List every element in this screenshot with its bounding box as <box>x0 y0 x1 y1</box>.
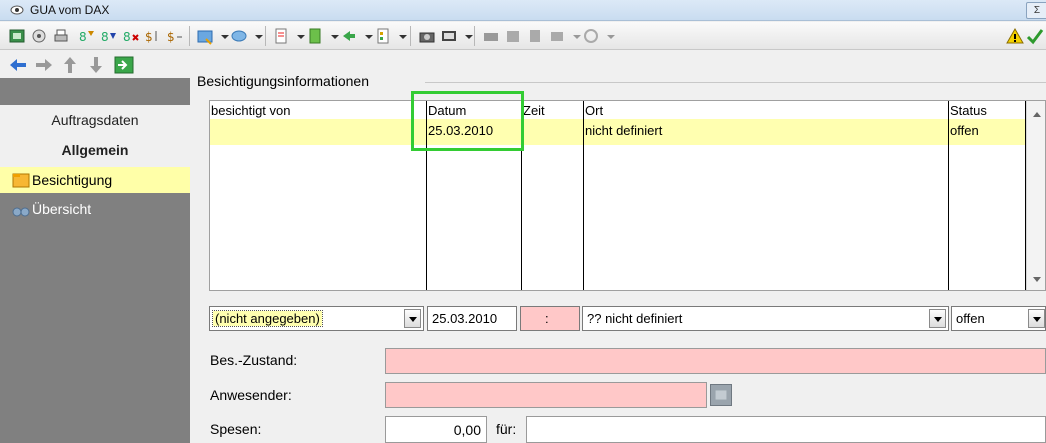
section-caption: Besichtigungsinformationen <box>197 73 369 89</box>
date-field-value: 25.03.2010 <box>432 311 498 326</box>
svg-text:8: 8 <box>123 30 131 44</box>
time-field[interactable]: : <box>520 306 580 331</box>
chevron-down-icon[interactable] <box>360 27 373 45</box>
column-header-besichtigt-von[interactable]: besichtigt von <box>211 103 291 118</box>
form-icon[interactable] <box>8 27 26 45</box>
globe-icon[interactable] <box>230 27 248 45</box>
anwesender-field[interactable] <box>385 382 707 408</box>
fuer-field[interactable] <box>526 416 1046 443</box>
anwesender-label: Anwesender: <box>210 387 292 403</box>
lookup-button[interactable] <box>710 384 732 406</box>
nav-allgemein[interactable]: Allgemein <box>0 142 190 158</box>
status-select[interactable]: offen <box>951 306 1046 331</box>
toolbar: 8 8 8 $ $ <box>0 22 1046 50</box>
nav-item-besichtigung[interactable]: Besichtigung <box>0 167 190 193</box>
calendar-icon[interactable] <box>504 27 522 45</box>
arrow-right-icon[interactable] <box>34 55 54 75</box>
sort-icon[interactable]: $ <box>144 27 162 45</box>
folder-icon <box>12 173 30 188</box>
person-select-value: (nicht angegeben) <box>212 310 323 327</box>
phone-icon[interactable] <box>548 27 566 45</box>
sort2-icon[interactable]: $ <box>166 27 184 45</box>
filter-icon[interactable]: 8 <box>78 27 96 45</box>
cell-status: offen <box>950 123 979 138</box>
nav-auftragsdaten[interactable]: Auftragsdaten <box>0 112 190 128</box>
forward-icon[interactable] <box>340 27 358 45</box>
nav-item-uebersicht[interactable]: Übersicht <box>0 198 190 224</box>
spesen-value: 0,00 <box>453 422 481 438</box>
person-select[interactable]: (nicht angegeben) <box>209 306 424 331</box>
chart-icon[interactable] <box>482 27 500 45</box>
chevron-down-icon[interactable] <box>326 27 339 45</box>
film-icon[interactable] <box>440 27 458 45</box>
date-field[interactable]: 25.03.2010 <box>427 306 517 331</box>
go-icon[interactable] <box>114 55 134 75</box>
new-doc-icon[interactable] <box>196 27 214 45</box>
arrow-left-icon[interactable] <box>8 55 28 75</box>
chevron-down-icon[interactable] <box>929 309 946 328</box>
chevron-down-icon[interactable] <box>1028 309 1045 328</box>
svg-text:$: $ <box>167 30 175 44</box>
status-select-value: offen <box>956 311 985 326</box>
zustand-field[interactable] <box>385 348 1046 374</box>
cell-ort: nicht definiert <box>585 123 663 138</box>
nav-item-label: Übersicht <box>32 201 92 217</box>
note-icon[interactable] <box>306 27 324 45</box>
chevron-down-icon[interactable] <box>394 27 407 45</box>
chevron-down-icon[interactable] <box>460 27 473 45</box>
divider <box>425 82 1046 83</box>
column-header-zeit[interactable]: Zeit <box>523 103 545 118</box>
chevron-down-icon[interactable] <box>568 27 581 45</box>
title-bar: GUA vom DAX Σ <box>0 0 1046 21</box>
chevron-down-icon[interactable] <box>216 27 229 45</box>
spesen-label: Spesen: <box>210 421 262 437</box>
book-icon[interactable] <box>526 27 544 45</box>
fuer-label: für: <box>496 421 517 437</box>
grid-scrollbar[interactable] <box>1026 101 1045 290</box>
location-select-value: ?? nicht definiert <box>587 311 683 326</box>
inspection-grid[interactable]: besichtigt von Datum Zeit Ort Status 25.… <box>209 100 1046 291</box>
camera-icon[interactable] <box>418 27 436 45</box>
chevron-down-icon[interactable] <box>404 309 421 328</box>
lookup-icon <box>715 390 727 400</box>
scroll-down-icon[interactable] <box>1033 277 1041 282</box>
warning-icon[interactable] <box>1006 27 1024 45</box>
nav-item-label: Besichtigung <box>32 172 113 188</box>
time-field-value: : <box>545 311 549 326</box>
print-icon[interactable] <box>52 27 70 45</box>
svg-text:8: 8 <box>101 30 109 44</box>
check-icon[interactable] <box>1026 27 1044 45</box>
svg-text:$: $ <box>145 30 153 44</box>
chevron-down-icon[interactable] <box>292 27 305 45</box>
svg-text:8: 8 <box>79 30 87 44</box>
filter2-icon[interactable]: 8 <box>100 27 118 45</box>
nav-arrows <box>0 51 190 78</box>
chevron-down-icon[interactable] <box>602 27 615 45</box>
window-title: GUA vom DAX <box>30 3 110 17</box>
arrow-down-icon[interactable] <box>86 55 106 75</box>
location-select[interactable]: ?? nicht definiert <box>582 306 949 331</box>
spiral-icon[interactable] <box>582 27 600 45</box>
chevron-down-icon[interactable] <box>250 27 263 45</box>
column-header-status[interactable]: Status <box>950 103 987 118</box>
view-icon[interactable] <box>30 27 48 45</box>
spesen-field[interactable]: 0,00 <box>385 416 487 443</box>
highlight-box <box>411 91 524 151</box>
column-header-ort[interactable]: Ort <box>585 103 603 118</box>
system-button[interactable]: Σ <box>1026 2 1046 19</box>
sheet-icon[interactable] <box>374 27 392 45</box>
arrow-up-icon[interactable] <box>60 55 80 75</box>
scroll-up-icon[interactable] <box>1033 112 1041 117</box>
filter-remove-icon[interactable]: 8 <box>122 27 140 45</box>
zustand-label: Bes.-Zustand: <box>210 352 298 368</box>
document-icon[interactable] <box>272 27 290 45</box>
binoculars-icon <box>12 207 30 217</box>
eye-icon <box>10 5 24 15</box>
